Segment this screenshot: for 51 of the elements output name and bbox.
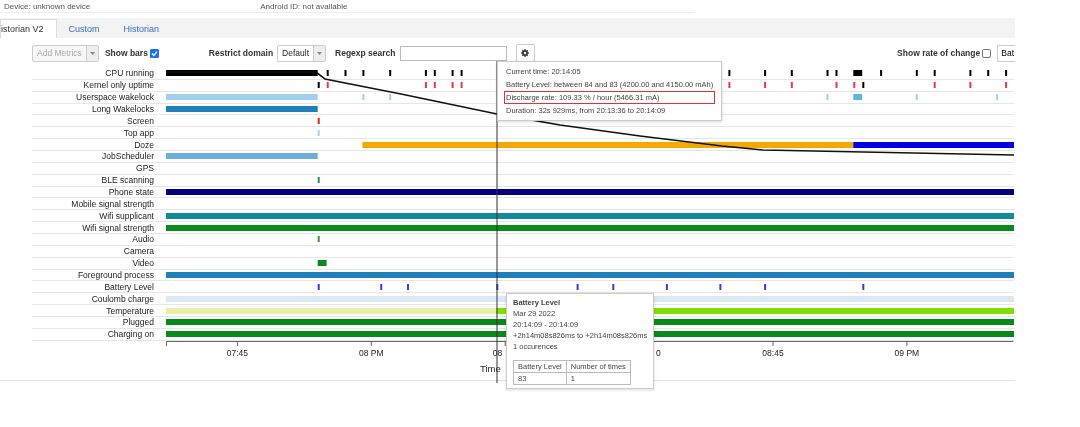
event-tick	[317, 82, 320, 89]
axis-title: Time	[480, 362, 501, 374]
regexp-search-label: Regexp search	[335, 48, 396, 58]
row-label: Wifi supplicant	[98, 210, 154, 221]
row-label: Kernel only uptime	[82, 80, 154, 91]
row-label: Long Wakelocks	[90, 104, 154, 114]
settings-button[interactable]	[515, 44, 535, 62]
timeline-bar	[853, 94, 863, 101]
row-label: Doze	[133, 139, 154, 150]
settings-icon	[521, 49, 530, 57]
android-id-label: Android ID: not available	[260, 1, 348, 11]
checkbox[interactable]	[149, 48, 159, 58]
row-label: JobScheduler	[101, 151, 154, 162]
tab[interactable]: Custom	[56, 19, 112, 38]
axis-tick-label: 08:45	[762, 347, 784, 358]
restrict-domain-label: Restrict domain	[208, 48, 274, 58]
row-label: GPS	[135, 163, 154, 174]
axis-tick-label: 08 PM	[359, 347, 384, 358]
row-label: Phone state	[107, 187, 154, 197]
event-tick	[862, 82, 865, 89]
row-label: Video	[131, 258, 154, 269]
row-label: Userspace wakelock	[75, 92, 154, 103]
tab[interactable]: Historian	[111, 19, 172, 38]
show-rate-label: Show rate of change	[897, 48, 981, 58]
axis-tick-label: 09 PM	[894, 347, 920, 358]
row-label: Battery Level	[103, 281, 154, 292]
show-bars-label: Show bars	[104, 48, 148, 58]
axis-tick-label: 07:45	[226, 347, 249, 358]
row-label: Mobile signal strength	[70, 198, 154, 209]
row-label: Charging on	[106, 329, 154, 340]
row-label: Screen	[126, 115, 154, 126]
caret-icon	[317, 51, 323, 55]
row-label: Top app	[122, 127, 154, 138]
axis-tick-label: 0	[656, 347, 661, 358]
row-label: Audio	[131, 234, 154, 245]
row-label: Camera	[122, 246, 154, 257]
domain-dropdown[interactable]: Default	[277, 44, 327, 62]
device-label: Device: unknown device	[4, 1, 91, 11]
tab[interactable]: istorian V2	[0, 19, 57, 38]
row-label: BLE scanning	[100, 175, 154, 186]
caret-icon	[89, 51, 95, 55]
search-field[interactable]	[399, 45, 507, 61]
row-label: Coulomb charge	[90, 293, 154, 304]
row-label: Temperature	[105, 305, 154, 316]
row-label: Plugged	[121, 317, 154, 328]
row-label: Wifi signal strength	[81, 222, 154, 233]
row-label: CPU running	[104, 68, 154, 79]
checkbox[interactable]	[982, 48, 992, 58]
battery-button[interactable]: Bat	[997, 44, 1015, 62]
axis-tick-label: 08	[492, 347, 503, 358]
row-label: Foreground process	[76, 270, 154, 281]
